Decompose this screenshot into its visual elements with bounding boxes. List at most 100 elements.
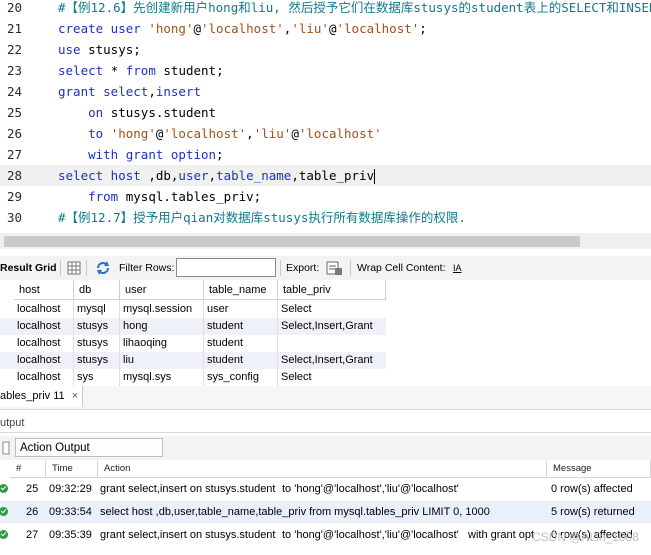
table-cell[interactable]: localhost	[17, 335, 73, 352]
code-token: with grant option	[88, 147, 217, 162]
output-action-cell: grant select,insert on stusys.student	[100, 483, 276, 495]
column-header-user[interactable]: user	[120, 280, 204, 300]
tab-label: ables_priv 11	[0, 390, 65, 402]
code-token: create user	[58, 21, 149, 36]
table-cell[interactable]: localhost	[17, 301, 73, 318]
output-copy-icon[interactable]	[2, 441, 10, 458]
editor-line[interactable]: 25 on stusys.student	[0, 102, 651, 123]
code-token: user	[178, 168, 209, 183]
toolbar-divider	[350, 260, 351, 276]
editor-line[interactable]: 27 with grant option;	[0, 144, 651, 165]
table-cell[interactable]: stusys	[77, 318, 119, 335]
table-cell[interactable]: sys_config	[207, 369, 277, 386]
wrap-cell-content-label: Wrap Cell Content:	[357, 262, 446, 274]
table-cell[interactable]: hong	[123, 318, 203, 335]
output-column-header[interactable]: #	[10, 460, 46, 478]
table-cell[interactable]: student	[207, 352, 277, 369]
table-cell[interactable]: sys	[77, 369, 119, 386]
export-label: Export:	[286, 262, 320, 274]
table-cell[interactable]: Select,Insert,Grant	[281, 318, 385, 335]
code-token: insert	[155, 84, 201, 99]
line-number: 21	[6, 21, 22, 36]
success-check-icon	[0, 530, 8, 539]
editor-line[interactable]: 21 create user 'hong'@'localhost','liu'@'…	[0, 18, 651, 39]
table-cell[interactable]: student	[207, 335, 277, 352]
code-token: select	[58, 63, 111, 78]
export-icon[interactable]	[326, 260, 343, 279]
editor-line[interactable]: 22 use stusys;	[0, 39, 651, 60]
line-number: 28	[6, 168, 22, 183]
code-token: @	[291, 126, 299, 141]
code-token: stusys.student	[110, 105, 217, 120]
output-row[interactable]: 26 09:33:54 select host ,db,user,table_nam…	[0, 501, 651, 523]
text-caret	[374, 169, 376, 184]
line-number: 29	[6, 189, 22, 204]
code-token: 'hong'	[110, 126, 156, 141]
column-header-table-priv[interactable]: table_priv	[278, 280, 386, 300]
table-cell[interactable]: localhost	[17, 369, 73, 386]
output-row[interactable]: 25 09:32:29 grant select,insert on stusys.…	[0, 478, 651, 500]
table-cell[interactable]: Select	[281, 369, 385, 386]
editor-line[interactable]: 24 grant select,insert	[0, 81, 651, 102]
column-header-host[interactable]: host	[14, 280, 74, 300]
table-row[interactable]: localhost mysql mysql.session user Select	[0, 301, 386, 318]
editor-line[interactable]: 26 to 'hong'@'localhost','liu'@'localhos…	[0, 123, 651, 144]
sql-editor[interactable]: 20 #【例12.6】先创建新用户hong和liu, 然后授予它们在数据库stus…	[0, 0, 651, 232]
output-column-header[interactable]: Time	[46, 460, 98, 478]
line-number: 20	[6, 0, 22, 15]
code-text: #【例12.7】授予用户qian对数据库stusys执行所有数据库操作的权限.	[58, 207, 466, 228]
table-cell[interactable]: Select	[281, 301, 385, 318]
table-row[interactable]: localhost stusys liu student Select,Insert,G…	[0, 352, 386, 369]
output-mode-select[interactable]: Action Output	[15, 438, 163, 457]
scrollbar-thumb[interactable]	[4, 236, 580, 247]
result-grid[interactable]: host db user table_name table_priv localhost m…	[0, 280, 651, 386]
table-cell[interactable]: stusys	[77, 335, 119, 352]
table-row[interactable]: localhost stusys lihaoqing student	[0, 335, 386, 352]
tab-close-icon[interactable]: ×	[72, 390, 78, 402]
output-column-header[interactable]: Message	[547, 460, 651, 478]
table-row[interactable]: localhost sys mysql.sys sys_config Select	[0, 369, 386, 386]
table-cell[interactable]: mysql.session	[123, 301, 203, 318]
output-title: utput	[0, 417, 25, 429]
editor-line[interactable]: 29 from mysql.tables_priv;	[0, 186, 651, 207]
table-cell[interactable]: Select,Insert,Grant	[281, 352, 385, 369]
table-cell[interactable]: lihaoqing	[123, 335, 203, 352]
editor-line[interactable]: 28 select host ,db,user,table_name,table_…	[0, 165, 651, 186]
output-num-cell: 27	[26, 529, 39, 541]
column-header-db[interactable]: db	[74, 280, 120, 300]
refresh-icon[interactable]	[95, 260, 111, 279]
output-column-header[interactable]: Action	[98, 460, 547, 478]
code-token: student;	[163, 63, 224, 78]
column-header-table-name[interactable]: table_name	[204, 280, 278, 300]
editor-line[interactable]: 23 select * from student;	[0, 60, 651, 81]
table-row[interactable]: localhost stusys hong student Select,Insert,…	[0, 318, 386, 335]
code-token: 'liu'	[291, 21, 329, 36]
grid-view-icon[interactable]	[67, 261, 81, 278]
output-mode-value: Action Output	[20, 442, 90, 454]
table-cell[interactable]: liu	[123, 352, 203, 369]
table-cell[interactable]: student	[207, 318, 277, 335]
result-grid-label[interactable]: Result Grid	[0, 256, 57, 280]
wrap-cell-content-icon[interactable]: IA	[453, 256, 462, 280]
table-cell[interactable]	[281, 335, 385, 352]
code-token: *	[110, 63, 126, 78]
filter-rows-input[interactable]	[176, 258, 276, 277]
output-time-cell: 09:33:54	[49, 506, 92, 518]
watermark: CSDN @ALin_1008	[532, 530, 639, 544]
table-cell[interactable]: mysql.sys	[123, 369, 203, 386]
code-text: select * from student;	[58, 60, 224, 81]
editor-line[interactable]: 30 #【例12.7】授予用户qian对数据库stusys执行所有数据库操作的权限…	[0, 207, 651, 228]
table-cell[interactable]: localhost	[17, 318, 73, 335]
table-cell[interactable]: user	[207, 301, 277, 318]
code-token: ;	[216, 147, 224, 162]
editor-line[interactable]: 20 #【例12.6】先创建新用户hong和liu, 然后授予它们在数据库stus…	[0, 0, 651, 18]
code-text: create user 'hong'@'localhost','liu'@'lo…	[58, 18, 427, 39]
table-cell[interactable]: localhost	[17, 352, 73, 369]
code-text: select host ,db,user,table_name,table_pr…	[58, 165, 376, 186]
table-cell[interactable]: mysql	[77, 301, 119, 318]
editor-horizontal-scrollbar[interactable]	[0, 233, 651, 249]
tab-tables-priv[interactable]: ables_priv 11 ×	[0, 386, 84, 407]
table-cell[interactable]: stusys	[77, 352, 119, 369]
